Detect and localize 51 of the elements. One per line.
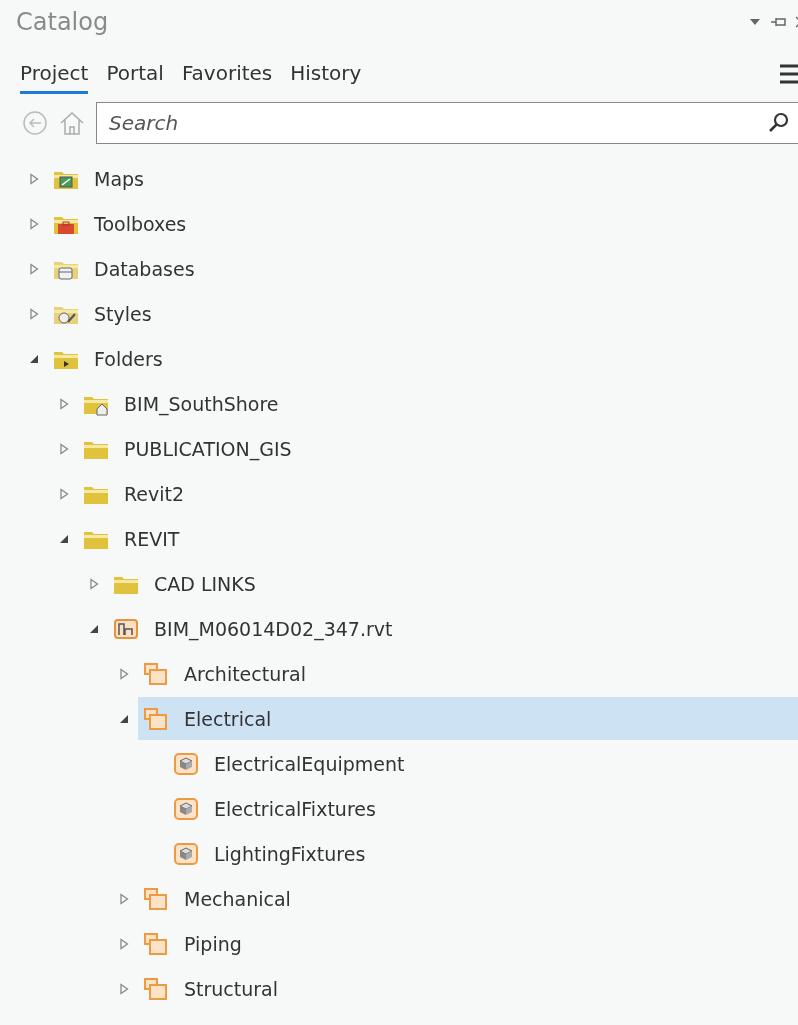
stacked-squares-icon	[142, 885, 170, 912]
tree-item[interactable]: Structural	[138, 967, 798, 1010]
tree-item[interactable]: Toolboxes	[48, 202, 798, 245]
stacked-squares-icon	[142, 930, 170, 957]
tree-item[interactable]: Piping	[138, 922, 798, 965]
expand-arrow-icon[interactable]	[118, 937, 130, 950]
tree-item[interactable]: Architectural	[138, 652, 798, 695]
dropdown-icon[interactable]	[750, 18, 760, 26]
stacked-squares-icon	[142, 660, 170, 687]
expand-arrow-icon[interactable]	[58, 442, 70, 455]
tree-item[interactable]: Maps	[48, 157, 798, 200]
tree-item[interactable]: ElectricalFixtures	[168, 787, 798, 830]
pane-title: Catalog	[16, 8, 109, 36]
tree-item[interactable]: ElectricalEquipment	[168, 742, 798, 785]
tree-item[interactable]: Folders	[48, 337, 798, 380]
expand-arrow-icon[interactable]	[28, 307, 40, 320]
cube-layer-icon	[172, 840, 200, 867]
search-field[interactable]: Search	[96, 102, 798, 144]
tree-item[interactable]: PUBLICATION_GIS	[78, 427, 798, 470]
expand-arrow-icon[interactable]	[28, 262, 40, 275]
expand-arrow-icon[interactable]	[118, 982, 130, 995]
tree-item[interactable]: BIM_SouthShore	[78, 382, 798, 425]
stacked-squares-icon	[142, 975, 170, 1002]
pin-icon[interactable]	[770, 16, 786, 28]
expand-arrow-icon[interactable]	[28, 217, 40, 230]
tree-item[interactable]: LightingFixtures	[168, 832, 798, 875]
tree-item[interactable]: Databases	[48, 247, 798, 290]
tree-item[interactable]: Revit2	[78, 472, 798, 515]
home-icon[interactable]	[58, 109, 86, 137]
tab[interactable]: Project	[20, 56, 89, 94]
expand-arrow-icon[interactable]	[28, 172, 40, 185]
tab[interactable]: Portal	[106, 56, 164, 94]
expand-arrow-icon[interactable]	[58, 397, 70, 410]
expand-arrow-icon[interactable]	[88, 577, 100, 590]
cube-layer-icon	[172, 750, 200, 777]
tree-item[interactable]: REVIT	[78, 517, 798, 560]
search-icon[interactable]	[768, 112, 790, 134]
expand-arrow-icon[interactable]	[118, 667, 130, 680]
tab[interactable]: History	[290, 56, 362, 94]
back-icon[interactable]	[22, 110, 48, 136]
expand-arrow-icon[interactable]	[58, 487, 70, 500]
tree-item[interactable]: CAD LINKS	[108, 562, 798, 605]
cube-layer-icon	[172, 795, 200, 822]
menu-icon[interactable]	[780, 64, 798, 84]
tree-item[interactable]: Styles	[48, 292, 798, 335]
stacked-squares-icon	[142, 705, 170, 732]
expand-arrow-icon[interactable]	[118, 892, 130, 905]
tree-item[interactable]: Mechanical	[138, 877, 798, 920]
tree-item[interactable]: BIM_M06014D02_347.rvt	[108, 607, 798, 650]
tab[interactable]: Favorites	[181, 56, 273, 94]
tree-item[interactable]: Electrical	[138, 697, 798, 740]
